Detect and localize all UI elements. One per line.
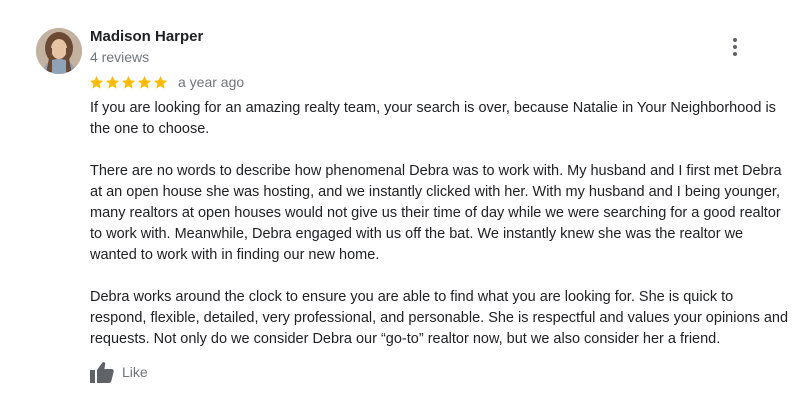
- review-paragraph: Debra works around the clock to ensure y…: [90, 289, 789, 347]
- like-button[interactable]: Like: [90, 360, 148, 384]
- star-icon: [137, 75, 152, 88]
- review-paragraph: There are no words to describe how pheno…: [90, 163, 782, 263]
- star-icon: [153, 75, 168, 88]
- more-options-button[interactable]: [725, 36, 745, 58]
- review-text: If you are looking for an amazing realty…: [90, 98, 790, 350]
- thumb-up-icon: [90, 362, 114, 383]
- more-vert-icon: [733, 38, 737, 42]
- review-count[interactable]: 4 reviews: [90, 48, 149, 66]
- star-icon: [105, 75, 120, 88]
- star-rating: [89, 75, 169, 90]
- star-icon: [89, 75, 104, 88]
- review-paragraph: If you are looking for an amazing realty…: [90, 100, 776, 137]
- rating-row: a year ago: [89, 72, 244, 92]
- review-time: a year ago: [178, 74, 245, 90]
- avatar-photo: [36, 28, 82, 74]
- like-label: Like: [122, 364, 148, 380]
- author-name[interactable]: Madison Harper: [90, 28, 203, 46]
- review-card: Madison Harper 4 reviews a year ago If y…: [0, 0, 800, 400]
- star-icon: [121, 75, 136, 88]
- avatar[interactable]: [36, 28, 82, 74]
